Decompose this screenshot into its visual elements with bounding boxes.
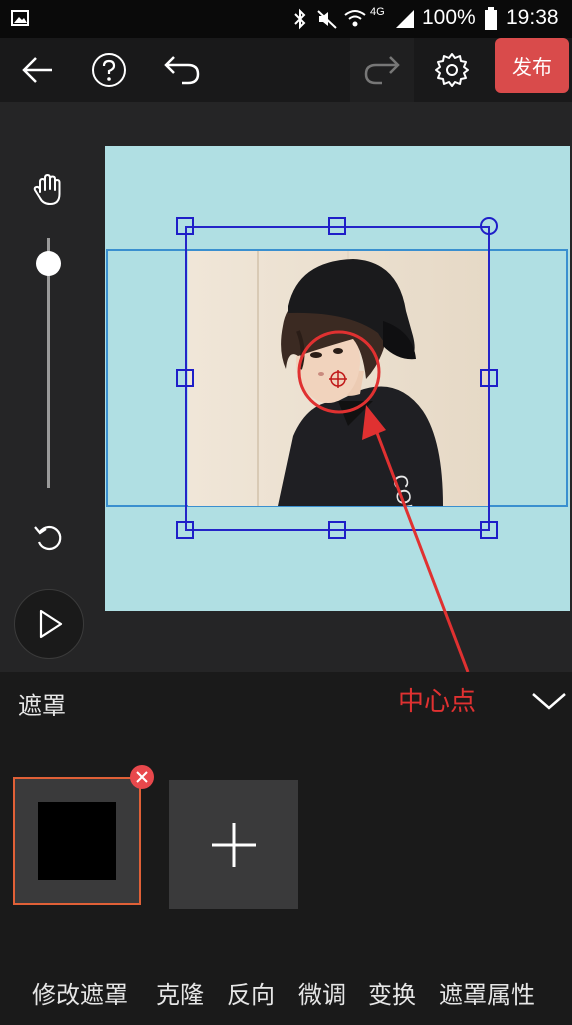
- close-icon: [136, 771, 148, 783]
- menu-invert[interactable]: 反向: [227, 975, 275, 1010]
- menu-mask-properties[interactable]: 遮罩属性: [439, 975, 535, 1010]
- crosshair-icon: [329, 370, 347, 388]
- bottom-menu: 修改遮罩 克隆 反向 微调 变换 遮罩属性: [0, 975, 572, 1015]
- delete-mask-button[interactable]: [130, 765, 154, 789]
- annotation-label: 中心点: [398, 687, 477, 717]
- menu-transform[interactable]: 变换: [368, 975, 416, 1010]
- menu-edit-mask[interactable]: 修改遮罩: [32, 975, 128, 1010]
- chevron-down-icon[interactable]: [531, 690, 567, 712]
- mask-thumbnail: [38, 802, 116, 880]
- menu-clone[interactable]: 克隆: [156, 975, 204, 1010]
- menu-fine-tune[interactable]: 微调: [298, 975, 346, 1010]
- add-mask-button[interactable]: [169, 780, 298, 909]
- plus-icon: [211, 822, 256, 867]
- annotation-arrow: [362, 405, 470, 673]
- panel-title: 遮罩: [18, 692, 66, 720]
